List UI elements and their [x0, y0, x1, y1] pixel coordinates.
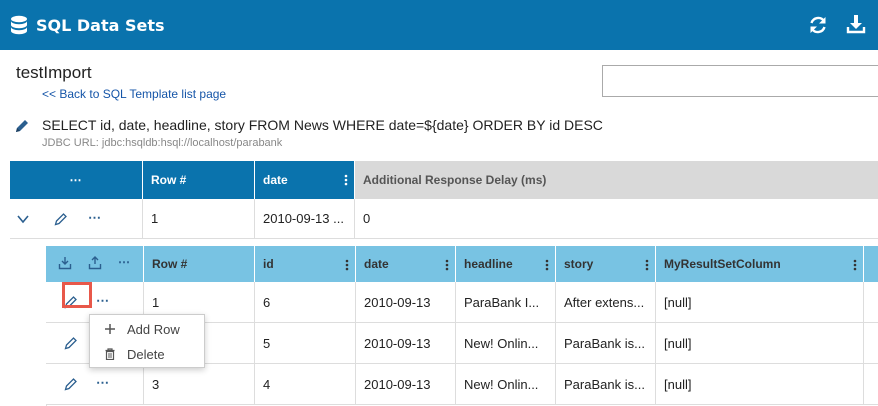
header-label: headline — [464, 257, 513, 271]
column-menu-icon[interactable] — [345, 259, 349, 271]
inner-resultset-header[interactable]: MyResultSetColumn — [656, 246, 864, 282]
focused-more-button-outline — [62, 282, 92, 308]
outer-delay-header[interactable]: Additional Response Delay (ms) — [355, 161, 878, 199]
story-cell[interactable]: ParaBank is... — [556, 364, 656, 404]
rownum-cell: 1 — [143, 199, 255, 238]
more-icon[interactable]: ⋯ — [118, 255, 131, 269]
menu-item-add-row[interactable]: Add Row — [90, 317, 206, 342]
dataset-name: testImport — [16, 63, 92, 82]
date-cell[interactable]: 2010-09-13 — [356, 282, 456, 322]
inner-story-header[interactable]: story — [556, 246, 656, 282]
headline-cell[interactable]: New! Onlin... — [456, 323, 556, 363]
resultset-cell[interactable]: [null] — [656, 364, 864, 404]
date-cell[interactable]: 2010-09-13 ... — [255, 199, 355, 238]
menu-item-label: Add Row — [127, 322, 180, 337]
id-cell[interactable]: 6 — [255, 282, 356, 322]
actions-cell — [10, 199, 143, 238]
jdbc-url: JDBC URL: jdbc:hsqldb:hsql://localhost/p… — [42, 137, 283, 149]
import-icon[interactable] — [58, 256, 72, 270]
menu-item-delete[interactable]: Delete — [90, 342, 206, 367]
inner-actions-header: ⋯ — [46, 246, 144, 282]
sql-query: SELECT id, date, headline, story FROM Ne… — [42, 117, 603, 133]
header-label: Row # — [152, 257, 188, 271]
outer-rownum-header[interactable]: Row # — [143, 161, 255, 199]
date-cell[interactable]: 2010-09-13 — [356, 323, 456, 363]
header-label: story — [564, 257, 594, 271]
header-label: date — [263, 173, 288, 187]
app-header: SQL Data Sets — [0, 0, 878, 50]
inner-table-header: ⋯ Row # id date headline story MyResultS… — [46, 246, 878, 282]
header-label: Row # — [151, 173, 187, 187]
more-icon[interactable]: ⋯ — [70, 173, 83, 187]
row-context-menu: Add Row Delete — [89, 314, 205, 368]
header-label: date — [364, 257, 389, 271]
delay-cell[interactable]: 0 — [355, 199, 878, 238]
outer-actions-header[interactable]: ⋯ — [10, 161, 143, 199]
resultset-cell[interactable]: [null] — [656, 282, 864, 322]
date-cell[interactable]: 2010-09-13 — [356, 364, 456, 404]
table-row: ⋯ 1 2010-09-13 ... 0 — [10, 199, 878, 239]
header-label: id — [263, 257, 274, 271]
menu-item-label: Delete — [127, 347, 165, 362]
story-cell[interactable]: ParaBank is... — [556, 323, 656, 363]
search-input[interactable] — [602, 65, 878, 97]
column-menu-icon[interactable] — [853, 259, 857, 271]
refresh-icon[interactable] — [807, 14, 829, 36]
download-icon[interactable] — [845, 13, 867, 35]
id-cell[interactable]: 4 — [255, 364, 356, 404]
back-link[interactable]: << Back to SQL Template list page — [42, 87, 226, 101]
inner-rownum-header[interactable]: Row # — [144, 246, 255, 282]
rownum-cell: 3 — [144, 364, 255, 404]
column-menu-icon[interactable] — [344, 174, 348, 186]
outer-table-header: ⋯ Row # date Additional Response Delay (… — [10, 161, 878, 199]
edit-sql-icon[interactable] — [14, 118, 30, 134]
trash-icon — [105, 348, 115, 360]
table-row: ⋯ 3 4 2010-09-13 New! Onlin... ParaBank … — [46, 364, 878, 405]
inner-id-header[interactable]: id — [255, 246, 356, 282]
resultset-cell[interactable]: [null] — [656, 323, 864, 363]
header-label: MyResultSetColumn — [664, 257, 781, 271]
export-icon[interactable] — [88, 256, 102, 270]
database-icon — [11, 15, 27, 35]
headline-cell[interactable]: New! Onlin... — [456, 364, 556, 404]
column-menu-icon[interactable] — [445, 259, 449, 271]
plus-icon — [105, 324, 115, 334]
app-title: SQL Data Sets — [36, 16, 165, 35]
inner-headline-header[interactable]: headline — [456, 246, 556, 282]
id-cell[interactable]: 5 — [255, 323, 356, 363]
column-menu-icon[interactable] — [645, 259, 649, 271]
column-menu-icon[interactable] — [545, 259, 549, 271]
actions-cell — [46, 364, 144, 404]
story-cell[interactable]: After extens... — [556, 282, 656, 322]
header-label: Additional Response Delay (ms) — [363, 173, 547, 187]
outer-date-header[interactable]: date — [255, 161, 355, 199]
headline-cell[interactable]: ParaBank I... — [456, 282, 556, 322]
inner-date-header[interactable]: date — [356, 246, 456, 282]
